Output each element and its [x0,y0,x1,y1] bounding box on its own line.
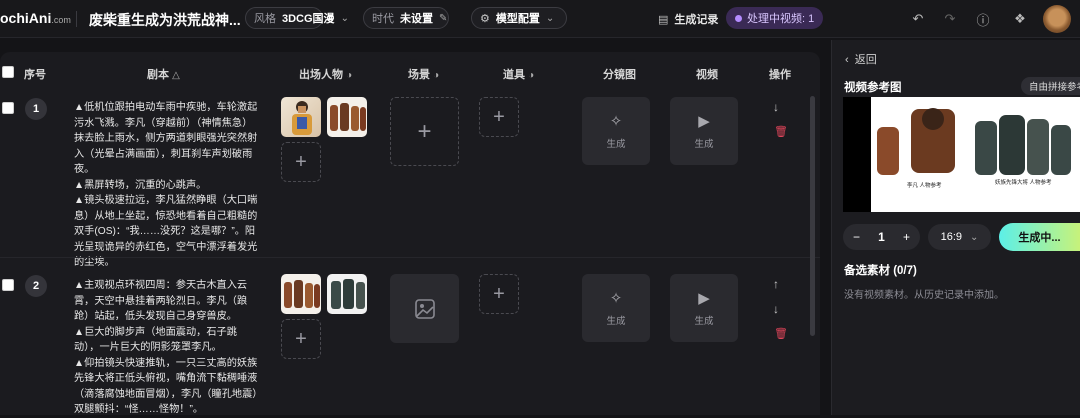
warrior-portrait-image [292,101,312,135]
col-actions: 操作 [769,69,791,81]
style-selector[interactable]: 风格 3DCG国漫 ⌄ [245,7,349,29]
chevron-left-icon: ‹ [845,54,849,66]
app-logo[interactable]: ochiAni.com [0,10,71,26]
reference-image[interactable]: 李凡 人物参考 妖族先锋大将 人物参考 [843,97,1080,212]
undo-icon[interactable]: ↶ [908,9,928,29]
play-icon: ▶ [698,113,710,130]
divider [76,11,77,27]
script-line: ▲低机位跟拍电动车雨中疾驰，车轮激起污水飞溅。李凡（穿越前）（神情焦急）抹去脸上… [74,102,258,175]
script-text[interactable]: ▲低机位跟拍电动车雨中疾驰，车轮激起污水飞溅。李凡（穿越前）（神情焦急）抹去脸上… [74,100,262,271]
help-icon[interactable]: ⓘ [973,9,993,29]
add-prop-button[interactable]: + [479,97,519,137]
model-config-button[interactable]: ⚙ 模型配置 ⌄ [471,7,567,29]
generate-video-button[interactable]: ▶ 生成 [670,97,738,165]
demon-general-image [331,279,365,309]
palette-icon: ◑ [346,70,353,81]
table-scrollbar[interactable] [810,96,815,336]
palette-icon: ◑ [433,70,440,81]
history-button[interactable]: ▤ 生成记录 [658,11,718,27]
minus-icon[interactable]: − [853,230,860,244]
row-divider [0,257,820,258]
col-storyboard: 分镜图 [603,69,636,81]
row-number: 1 [25,98,47,120]
pencil-icon: ✎ [439,12,448,24]
col-video: 视频 [696,69,718,81]
clipboard-icon: ▤ [658,13,669,26]
aspect-ratio-select[interactable]: 16:9 ⌄ [928,224,991,250]
chevron-down-icon: ⌄ [970,231,979,243]
reference-figures-image [877,108,1071,175]
avatar[interactable] [1043,5,1071,33]
generate-video-button[interactable]: ▶ 生成 [670,274,738,342]
trash-icon[interactable]: 🗑 [774,125,788,138]
character-thumbnail[interactable] [281,274,321,314]
row-checkbox[interactable] [2,279,14,291]
reference-caption: 妖族先锋大将 人物参考 [995,180,1052,186]
image-icon [414,298,435,319]
move-down-icon[interactable]: ↓ [773,302,779,316]
row-number: 2 [25,275,47,297]
trash-icon[interactable]: 🗑 [774,327,788,340]
warrior-poses-image [284,280,320,308]
chevron-down-icon: ⌄ [340,12,349,24]
plus-icon[interactable]: + [903,230,910,244]
candidates-empty-hint: 没有视频素材。从历史记录中添加。 [844,290,1004,301]
move-down-icon[interactable]: ↓ [773,100,779,114]
processing-badge[interactable]: 处理中视频: 1 [726,7,824,29]
project-title[interactable]: 废柴重生成为洪荒战神... [89,10,241,30]
character-thumbnail[interactable] [281,97,321,137]
reference-canvas: 李凡 人物参考 妖族先锋大将 人物参考 [871,97,1080,212]
status-dot [735,14,742,22]
generate-storyboard-button[interactable]: ✧ 生成 [582,274,650,342]
count-stepper[interactable]: − 1 + [843,224,920,250]
add-character-button[interactable]: + [281,142,321,182]
redo-icon[interactable]: ↷ [940,9,960,29]
back-button[interactable]: ‹ 返回 [845,51,877,67]
palette-icon[interactable]: ❖ [1010,9,1030,29]
reference-title: 视频参考图 [844,82,902,94]
add-scene-button[interactable]: + [390,97,459,166]
scene-placeholder[interactable] [390,274,459,343]
gear-icon: ⚙ [480,12,490,25]
select-all-checkbox[interactable] [2,66,14,78]
move-up-icon[interactable]: ↑ [773,277,779,291]
col-scene: 场景 ◑ [408,69,440,81]
col-script: 剧本 △ [147,69,180,81]
character-thumbnail[interactable] [327,97,367,137]
script-line: ▲镜头极速拉远，李凡猛然睁眼（大口喘息）从地上坐起，惊恐地看着自己粗糙的双手(O… [74,195,258,268]
add-prop-button[interactable]: + [479,274,519,314]
col-props: 道具 ◑ [503,69,535,81]
script-line: ▲主观视点环视四周：参天古木直入云霄，天空中悬挂着两轮烈日。李凡（踉跄）站起，低… [74,280,248,322]
candidates-title: 备选素材 (0/7) [844,265,917,277]
generate-video-main-button[interactable]: 生成中... [999,223,1080,251]
warning-icon: △ [172,70,180,81]
col-characters: 出场人物 ◑ [299,69,353,81]
add-character-button[interactable]: + [281,319,321,359]
magic-wand-icon: ✧ [609,113,623,130]
play-icon: ▶ [698,290,710,307]
character-thumbnail[interactable] [327,274,367,314]
row-checkbox[interactable] [2,102,14,114]
chevron-down-icon: ⌄ [545,12,555,24]
free-stitch-button[interactable]: 自由拼接参考 [1021,77,1080,95]
palette-icon: ◑ [528,70,535,81]
reference-caption: 李凡 人物参考 [907,183,942,189]
script-line: ▲巨大的脚步声（地面震动，石子跳动），一片巨大的阴影笼罩李凡。 [74,326,237,354]
script-line: ▲黑屏转场，沉重的心跳声。 [74,179,207,191]
magic-wand-icon: ✧ [609,290,623,307]
script-text[interactable]: ▲主观视点环视四周：参天古木直入云霄，天空中悬挂着两轮烈日。李凡（踉跄）站起，低… [74,278,262,418]
col-index: 序号 [24,69,46,81]
script-line: ▲仰拍镜头快速推轨，一只三丈高的妖族先锋大将正低头俯视，嘴角流下黏稠唾液（滴落腐… [74,357,258,416]
table-header: 序号 剧本 △ 出场人物 ◑ 场景 ◑ 道具 ◑ 分镜图 视频 操作 [0,52,820,92]
era-selector[interactable]: 时代 未设置 ✎ [363,7,449,29]
generate-storyboard-button[interactable]: ✧ 生成 [582,97,650,165]
warrior-poses-image [330,103,366,131]
